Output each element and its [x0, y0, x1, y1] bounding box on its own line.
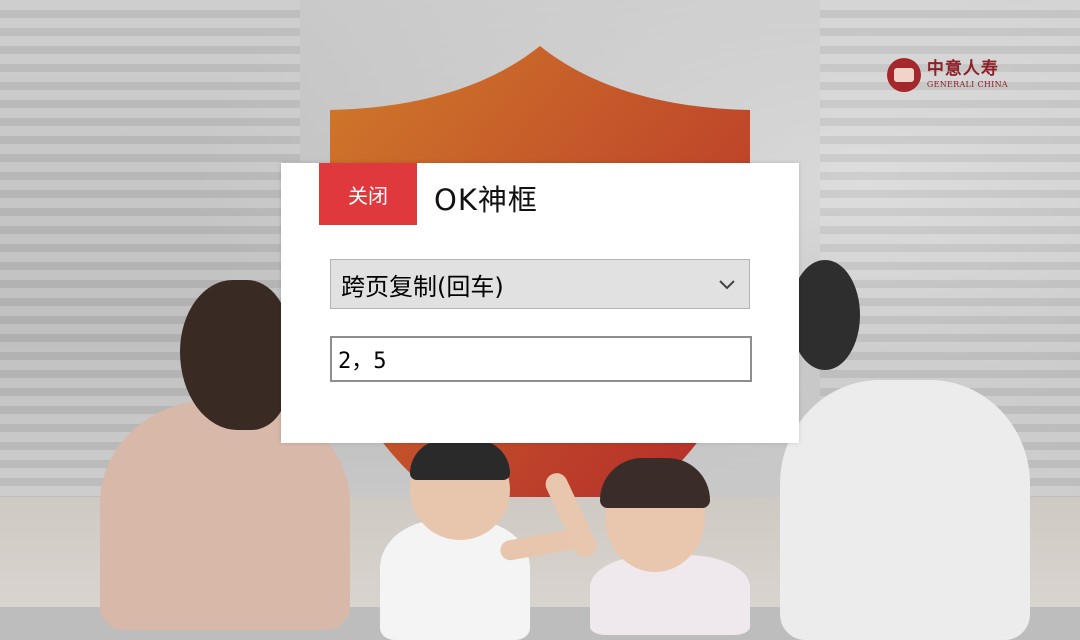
chevron-down-icon	[719, 280, 735, 290]
father-hair	[790, 260, 860, 370]
generali-logo: 中意人寿 GENERALI CHINA	[886, 58, 1008, 92]
mode-select-value: 跨页复制(回车)	[341, 272, 504, 301]
logo-text: 中意人寿 GENERALI CHINA	[927, 61, 1008, 89]
close-button[interactable]: 关闭	[319, 163, 417, 225]
logo-name-cn: 中意人寿	[926, 59, 999, 79]
generali-logo-icon	[886, 58, 921, 92]
dialog-title: OK神框	[434, 183, 538, 217]
mode-select[interactable]: 跨页复制(回车)	[330, 259, 750, 309]
pages-input[interactable]	[330, 336, 752, 382]
father-figure	[780, 380, 1030, 640]
ok-tools-dialog: 关闭 OK神框 跨页复制(回车)	[281, 163, 799, 443]
logo-name-en: GENERALI CHINA	[926, 80, 1008, 89]
mother-hair	[180, 280, 290, 430]
boy-hair	[410, 440, 510, 480]
